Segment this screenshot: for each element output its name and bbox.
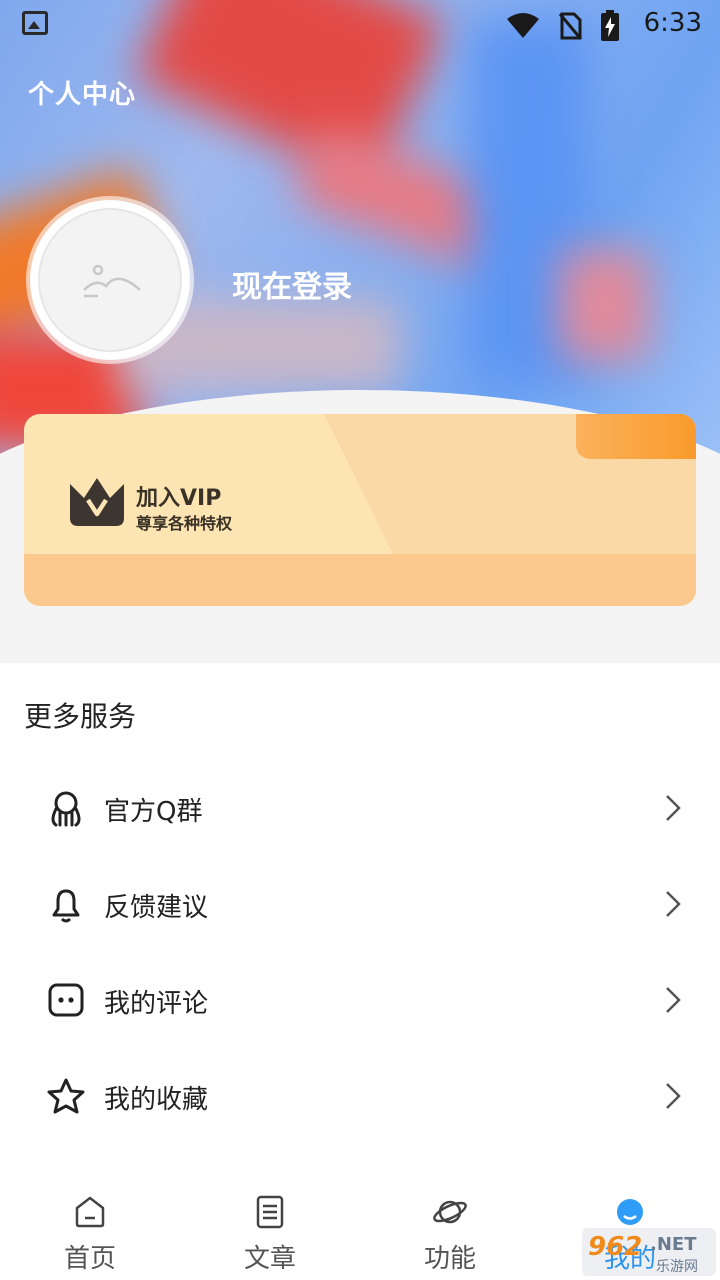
document-icon xyxy=(256,1195,284,1229)
page-title: 个人中心 xyxy=(28,80,137,110)
profile-icon xyxy=(617,1199,643,1225)
qq-group-icon xyxy=(51,791,81,827)
tab-functions[interactable]: 功能 xyxy=(360,1178,540,1280)
service-item-my-favorites[interactable]: 我的收藏 xyxy=(0,1049,720,1145)
vip-title: 加入VIP xyxy=(136,486,222,511)
tab-home[interactable]: 首页 xyxy=(0,1178,180,1280)
comment-icon xyxy=(48,983,84,1017)
vip-card[interactable]: 加入VIP 尊享各种特权 xyxy=(24,414,696,606)
star-icon xyxy=(47,1078,85,1114)
image-placeholder-icon xyxy=(83,264,141,298)
service-label: 我的收藏 xyxy=(104,1085,209,1115)
chevron-right-icon xyxy=(666,891,681,917)
vip-subtitle: 尊享各种特权 xyxy=(136,514,233,533)
tab-label: 首页 xyxy=(63,1244,116,1274)
watermark-domain: .NET xyxy=(650,1234,697,1255)
watermark-sub: 乐游网 xyxy=(656,1259,698,1275)
service-item-my-comments[interactable]: 我的评论 xyxy=(0,953,720,1049)
tab-label: 文章 xyxy=(243,1244,296,1274)
clock: 6:33 xyxy=(643,8,702,38)
chevron-right-icon xyxy=(666,987,681,1013)
service-item-feedback[interactable]: 反馈建议 xyxy=(0,857,720,953)
image-notification-icon xyxy=(22,11,48,35)
tab-articles[interactable]: 文章 xyxy=(180,1178,360,1280)
service-item-qq-group[interactable]: 官方Q群 xyxy=(0,761,720,857)
chevron-right-icon xyxy=(666,795,681,821)
status-bar: 6:33 xyxy=(0,0,720,50)
service-label: 我的评论 xyxy=(104,989,209,1019)
no-sim-icon xyxy=(558,12,582,40)
login-button[interactable]: 现在登录 xyxy=(232,262,352,306)
bell-icon xyxy=(52,889,80,923)
service-label: 反馈建议 xyxy=(104,893,209,923)
service-label: 官方Q群 xyxy=(104,797,203,827)
home-icon xyxy=(75,1196,105,1228)
watermark-brand: 962 xyxy=(588,1232,643,1262)
section-title: 更多服务 xyxy=(24,700,137,733)
planet-icon xyxy=(433,1200,467,1224)
chevron-right-icon xyxy=(666,1083,681,1109)
battery-charging-icon xyxy=(601,10,619,41)
crown-icon xyxy=(70,478,124,526)
wifi-icon xyxy=(507,13,539,38)
avatar[interactable] xyxy=(30,200,190,360)
tab-label: 功能 xyxy=(423,1244,476,1274)
